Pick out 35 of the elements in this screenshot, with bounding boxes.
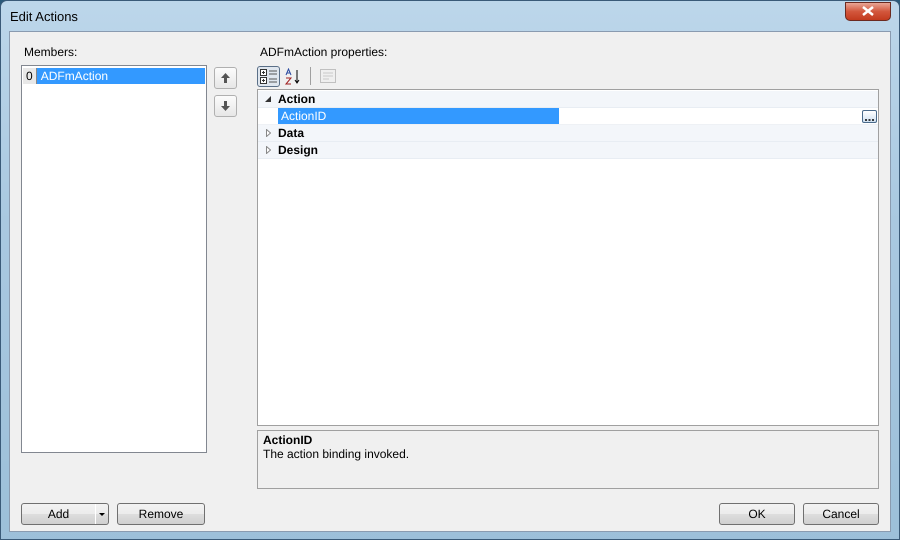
sort-alphabetical-icon (285, 68, 302, 84)
close-icon (862, 6, 874, 16)
category-row[interactable]: Design (258, 142, 878, 159)
window-title: Edit Actions (9, 8, 78, 24)
collapse-icon[interactable] (265, 96, 271, 102)
category-name: Data (278, 126, 304, 140)
members-label: Members: (24, 45, 78, 59)
up-arrow-icon (221, 73, 230, 83)
cancel-button[interactable]: Cancel (803, 503, 879, 525)
move-up-button[interactable] (214, 67, 237, 89)
description-title: ActionID (263, 433, 314, 447)
ellipsis-icon (865, 118, 874, 122)
dropdown-caret-icon (99, 512, 105, 516)
category-row[interactable]: Data (258, 125, 878, 142)
member-name: ADFmAction (40, 69, 108, 83)
close-button[interactable] (845, 2, 891, 20)
move-down-button[interactable] (214, 95, 237, 117)
ok-button[interactable]: OK (719, 503, 795, 525)
category-name: Design (278, 143, 318, 157)
category-name: Action (278, 92, 316, 106)
add-button[interactable]: Add (21, 503, 109, 525)
category-row[interactable]: Action (258, 91, 878, 108)
categorized-button[interactable] (257, 66, 280, 86)
member-item[interactable]: 0 ADFmAction (23, 68, 205, 84)
categorized-view-icon (260, 68, 277, 84)
remove-button[interactable]: Remove (117, 503, 205, 525)
property-pages-icon (320, 69, 336, 83)
members-list[interactable]: 0 ADFmAction (21, 65, 207, 453)
properties-label: ADFmAction properties: (260, 45, 388, 59)
down-arrow-icon (221, 101, 230, 111)
expand-icon[interactable] (266, 146, 270, 154)
expand-icon[interactable] (266, 129, 270, 137)
description-text: The action binding invoked. (263, 447, 410, 461)
ellipsis-button[interactable] (862, 110, 877, 122)
index-label: 0 (23, 68, 37, 84)
